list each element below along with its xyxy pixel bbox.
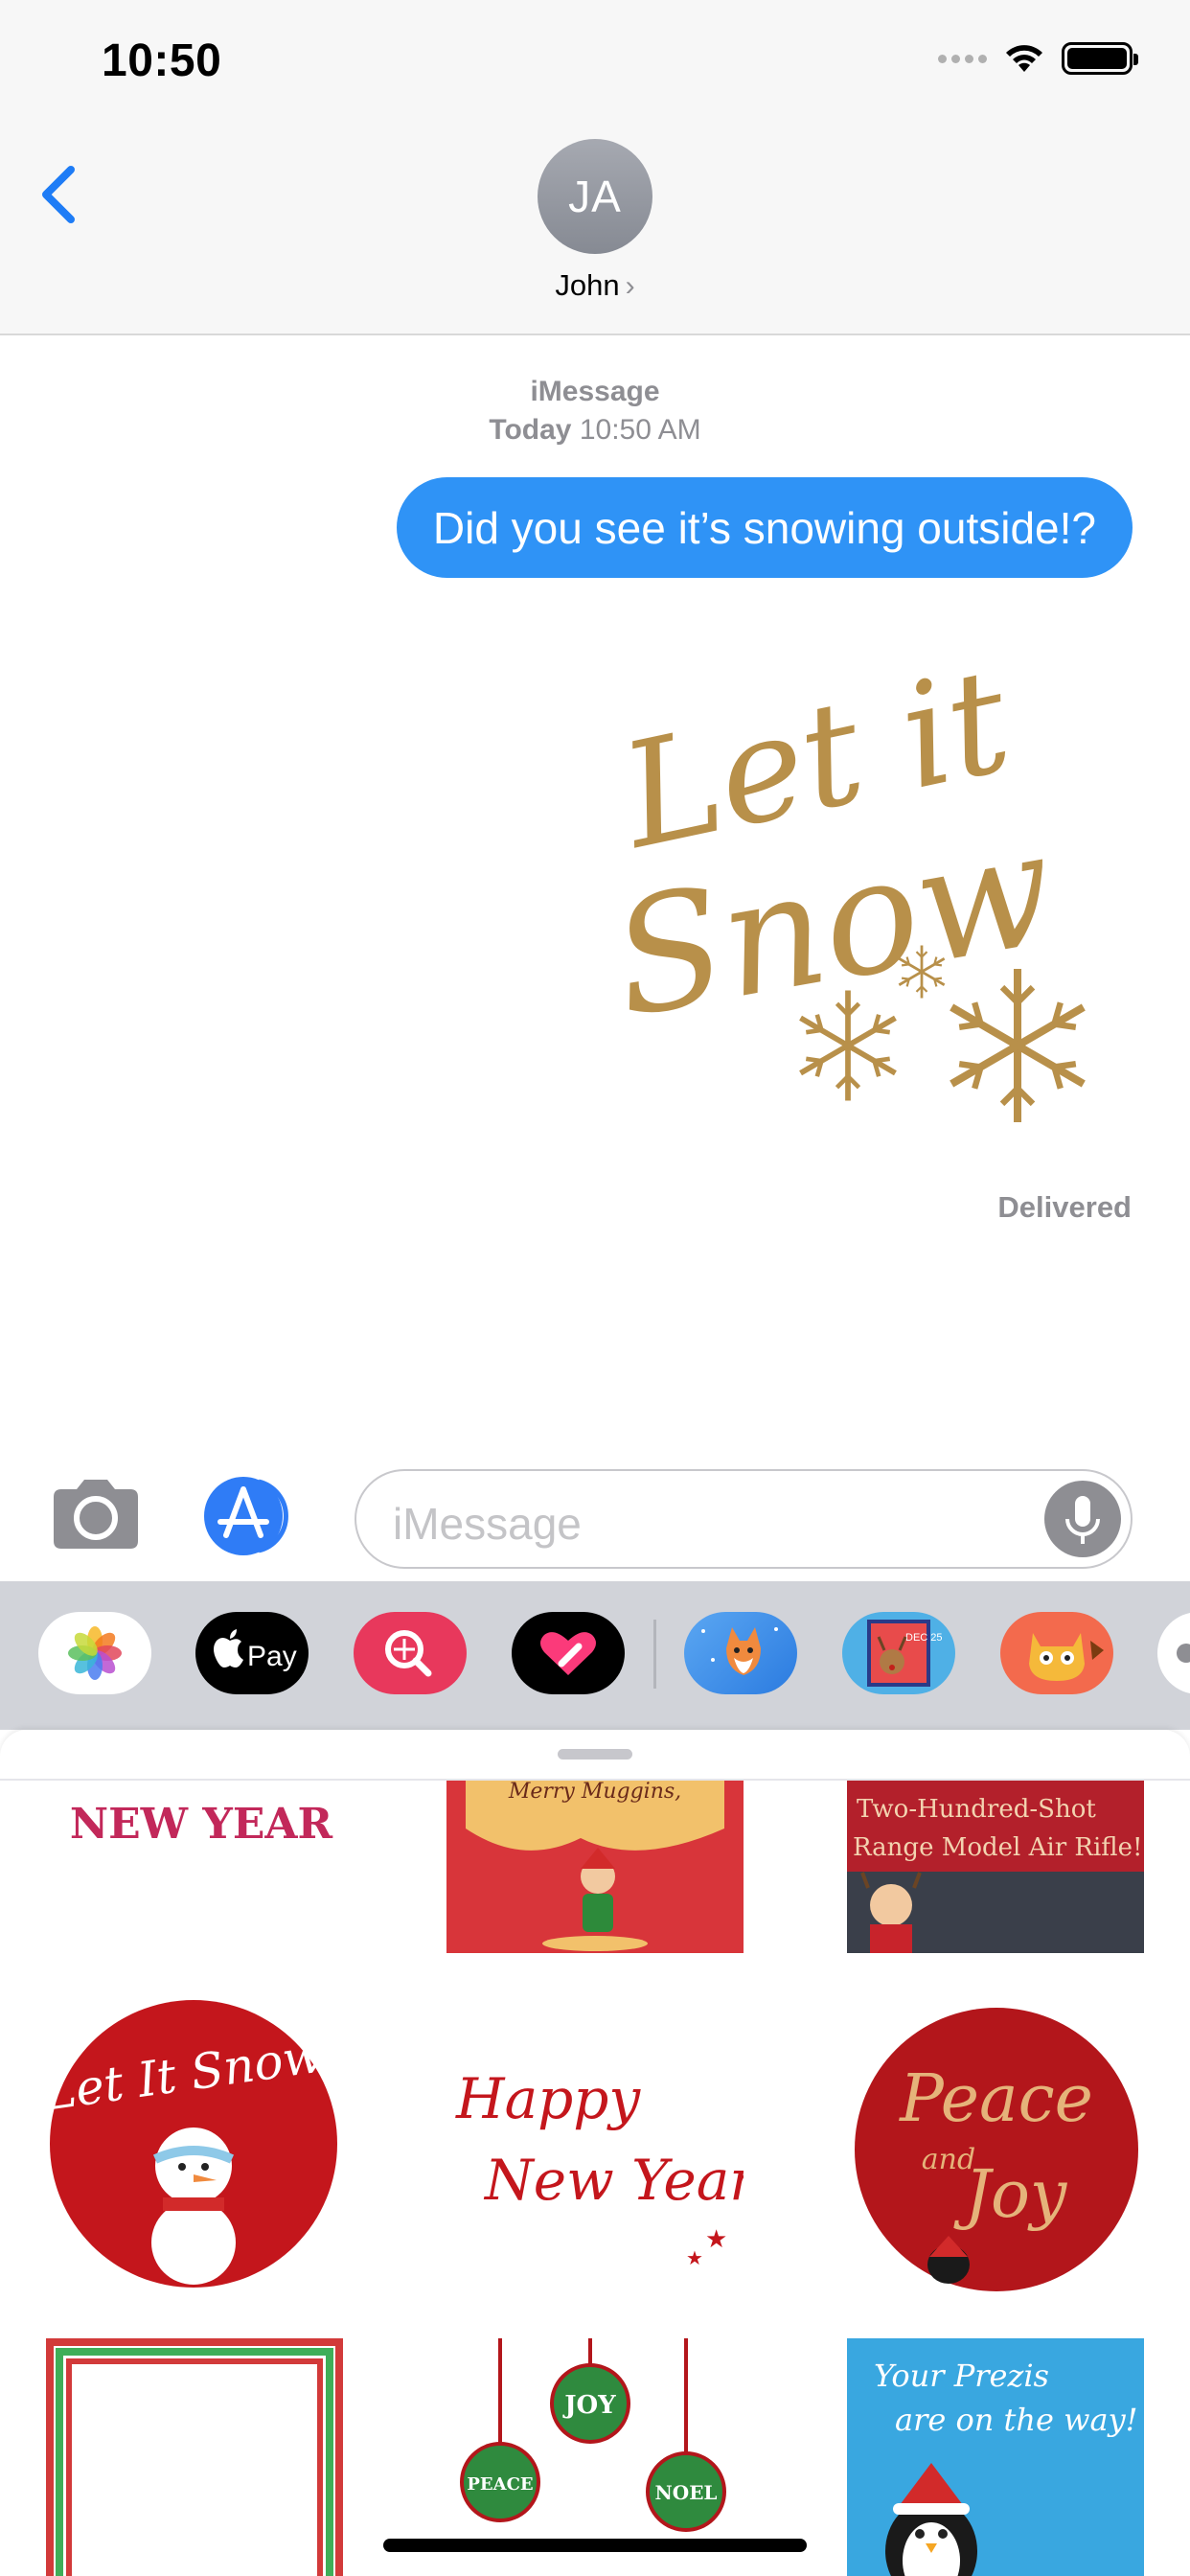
timestamp-time: 10:50 AM — [579, 414, 701, 446]
contact-avatar[interactable]: JA — [538, 139, 652, 254]
svg-text:Merry Muggins,: Merry Muggins, — [508, 1781, 681, 1804]
sticker-christmas-frame[interactable] — [46, 2338, 343, 2576]
sent-message-bubble[interactable]: Did you see it’s snowing outside!? — [396, 477, 1133, 578]
reindeer-sticker-icon: DEC 25 — [867, 1620, 943, 1687]
more-apps-button[interactable] — [1157, 1612, 1190, 1694]
sent-message-text: Did you see it’s snowing outside!? — [432, 502, 1096, 553]
delivery-status: Delivered — [997, 1190, 1132, 1224]
conversation-header: JA John › — [0, 129, 1190, 335]
svg-text:Your Prezis: Your Prezis — [874, 2358, 1049, 2394]
home-indicator[interactable] — [383, 2539, 807, 2552]
status-indicators — [938, 42, 1138, 75]
message-input[interactable]: iMessage — [355, 1469, 1133, 1569]
photos-icon — [68, 1626, 122, 1680]
reindeer-sticker-app-button[interactable]: DEC 25 — [842, 1612, 955, 1694]
sticker-prezis-penguin[interactable]: Your Prezis are on the way! — [847, 2338, 1144, 2576]
cat-sticker-app-button[interactable] — [1000, 1612, 1113, 1694]
more-icon — [1177, 1644, 1190, 1663]
let-it-snow-sticker-message[interactable]: Let it Snow — [601, 621, 1111, 1138]
images-search-app-button[interactable] — [354, 1612, 467, 1694]
sticker-peace-and-joy[interactable]: Peace and Joy — [853, 2006, 1140, 2293]
svg-text:New Year: New Year — [483, 2148, 744, 2213]
images-search-icon — [385, 1630, 432, 1677]
apple-pay-app-button[interactable]: Pay — [195, 1612, 309, 1694]
contact-name-button[interactable]: John › — [0, 268, 1190, 303]
back-button[interactable] — [29, 149, 86, 235]
camera-button[interactable] — [48, 1476, 144, 1552]
status-bar: 10:50 — [0, 0, 1190, 129]
camera-icon — [54, 1480, 138, 1549]
svg-text:Pay: Pay — [247, 1641, 297, 1672]
app-store-icon — [204, 1477, 288, 1555]
cat-sticker-icon — [1029, 1633, 1104, 1681]
sticker-air-rifle[interactable]: Two-Hundred-Shot Range Model Air Rifle! — [847, 1781, 1144, 1953]
battery-icon — [1062, 42, 1138, 75]
svg-text:★: ★ — [686, 2246, 703, 2266]
fox-sticker-icon — [701, 1627, 778, 1675]
sticker-browser-sheet: NEW YEAR Merry Muggins, Two-Hundred-Shot… — [0, 1730, 1190, 2576]
svg-text:are on the way!: are on the way! — [895, 2402, 1138, 2438]
message-timestamp: Today 10:50 AM — [0, 414, 1190, 447]
sticker-merry-muggins[interactable]: Merry Muggins, — [446, 1781, 744, 1953]
app-drawer-divider — [653, 1620, 656, 1689]
svg-text:NEW YEAR: NEW YEAR — [70, 1800, 333, 1849]
microphone-icon — [1065, 1496, 1100, 1544]
svg-text:Joy: Joy — [953, 2157, 1068, 2233]
app-drawer: Pay DEC 25 — [0, 1581, 1190, 1730]
svg-text:PEACE: PEACE — [467, 2474, 533, 2495]
wifi-icon — [1006, 45, 1042, 72]
svg-text:NOEL: NOEL — [654, 2481, 717, 2504]
svg-text:Two-Hundred-Shot: Two-Hundred-Shot — [857, 1795, 1096, 1824]
message-input-placeholder: iMessage — [393, 1499, 582, 1549]
status-time: 10:50 — [102, 35, 222, 86]
dictation-button[interactable] — [1044, 1481, 1121, 1557]
svg-text:Peace: Peace — [898, 2061, 1093, 2137]
digital-touch-app-button[interactable] — [512, 1612, 625, 1694]
let-it-snow-sticker: Let it Snow — [601, 637, 1111, 1138]
sticker-happy-new-year[interactable]: Happy New Year ★ ★ — [446, 2027, 744, 2266]
svg-text:★: ★ — [705, 2225, 727, 2254]
chevron-right-icon: › — [625, 270, 635, 302]
photos-app-button[interactable] — [38, 1612, 151, 1694]
svg-text:JOY: JOY — [562, 2391, 616, 2420]
contact-name: John — [555, 268, 620, 302]
app-store-button[interactable] — [203, 1476, 305, 1556]
sheet-grabber[interactable] — [558, 1749, 632, 1760]
cellular-signal-icon — [938, 54, 987, 63]
sticker-new-year-text[interactable]: NEW YEAR — [57, 1781, 345, 1876]
svg-text:DEC 25: DEC 25 — [905, 1632, 943, 1644]
service-label: iMessage — [530, 376, 660, 407]
svg-text:Happy: Happy — [455, 2066, 641, 2131]
svg-text:Range Model Air Rifle!: Range Model Air Rifle! — [853, 1833, 1142, 1862]
sticker-let-it-snow-snowman[interactable]: Let It Snow! — [48, 1998, 340, 2290]
fox-sticker-app-button[interactable] — [684, 1612, 797, 1694]
timestamp-day: Today — [489, 414, 572, 446]
chevron-left-icon — [42, 166, 75, 223]
digital-touch-icon — [540, 1632, 596, 1675]
apple-pay-icon: Pay — [214, 1629, 297, 1672]
